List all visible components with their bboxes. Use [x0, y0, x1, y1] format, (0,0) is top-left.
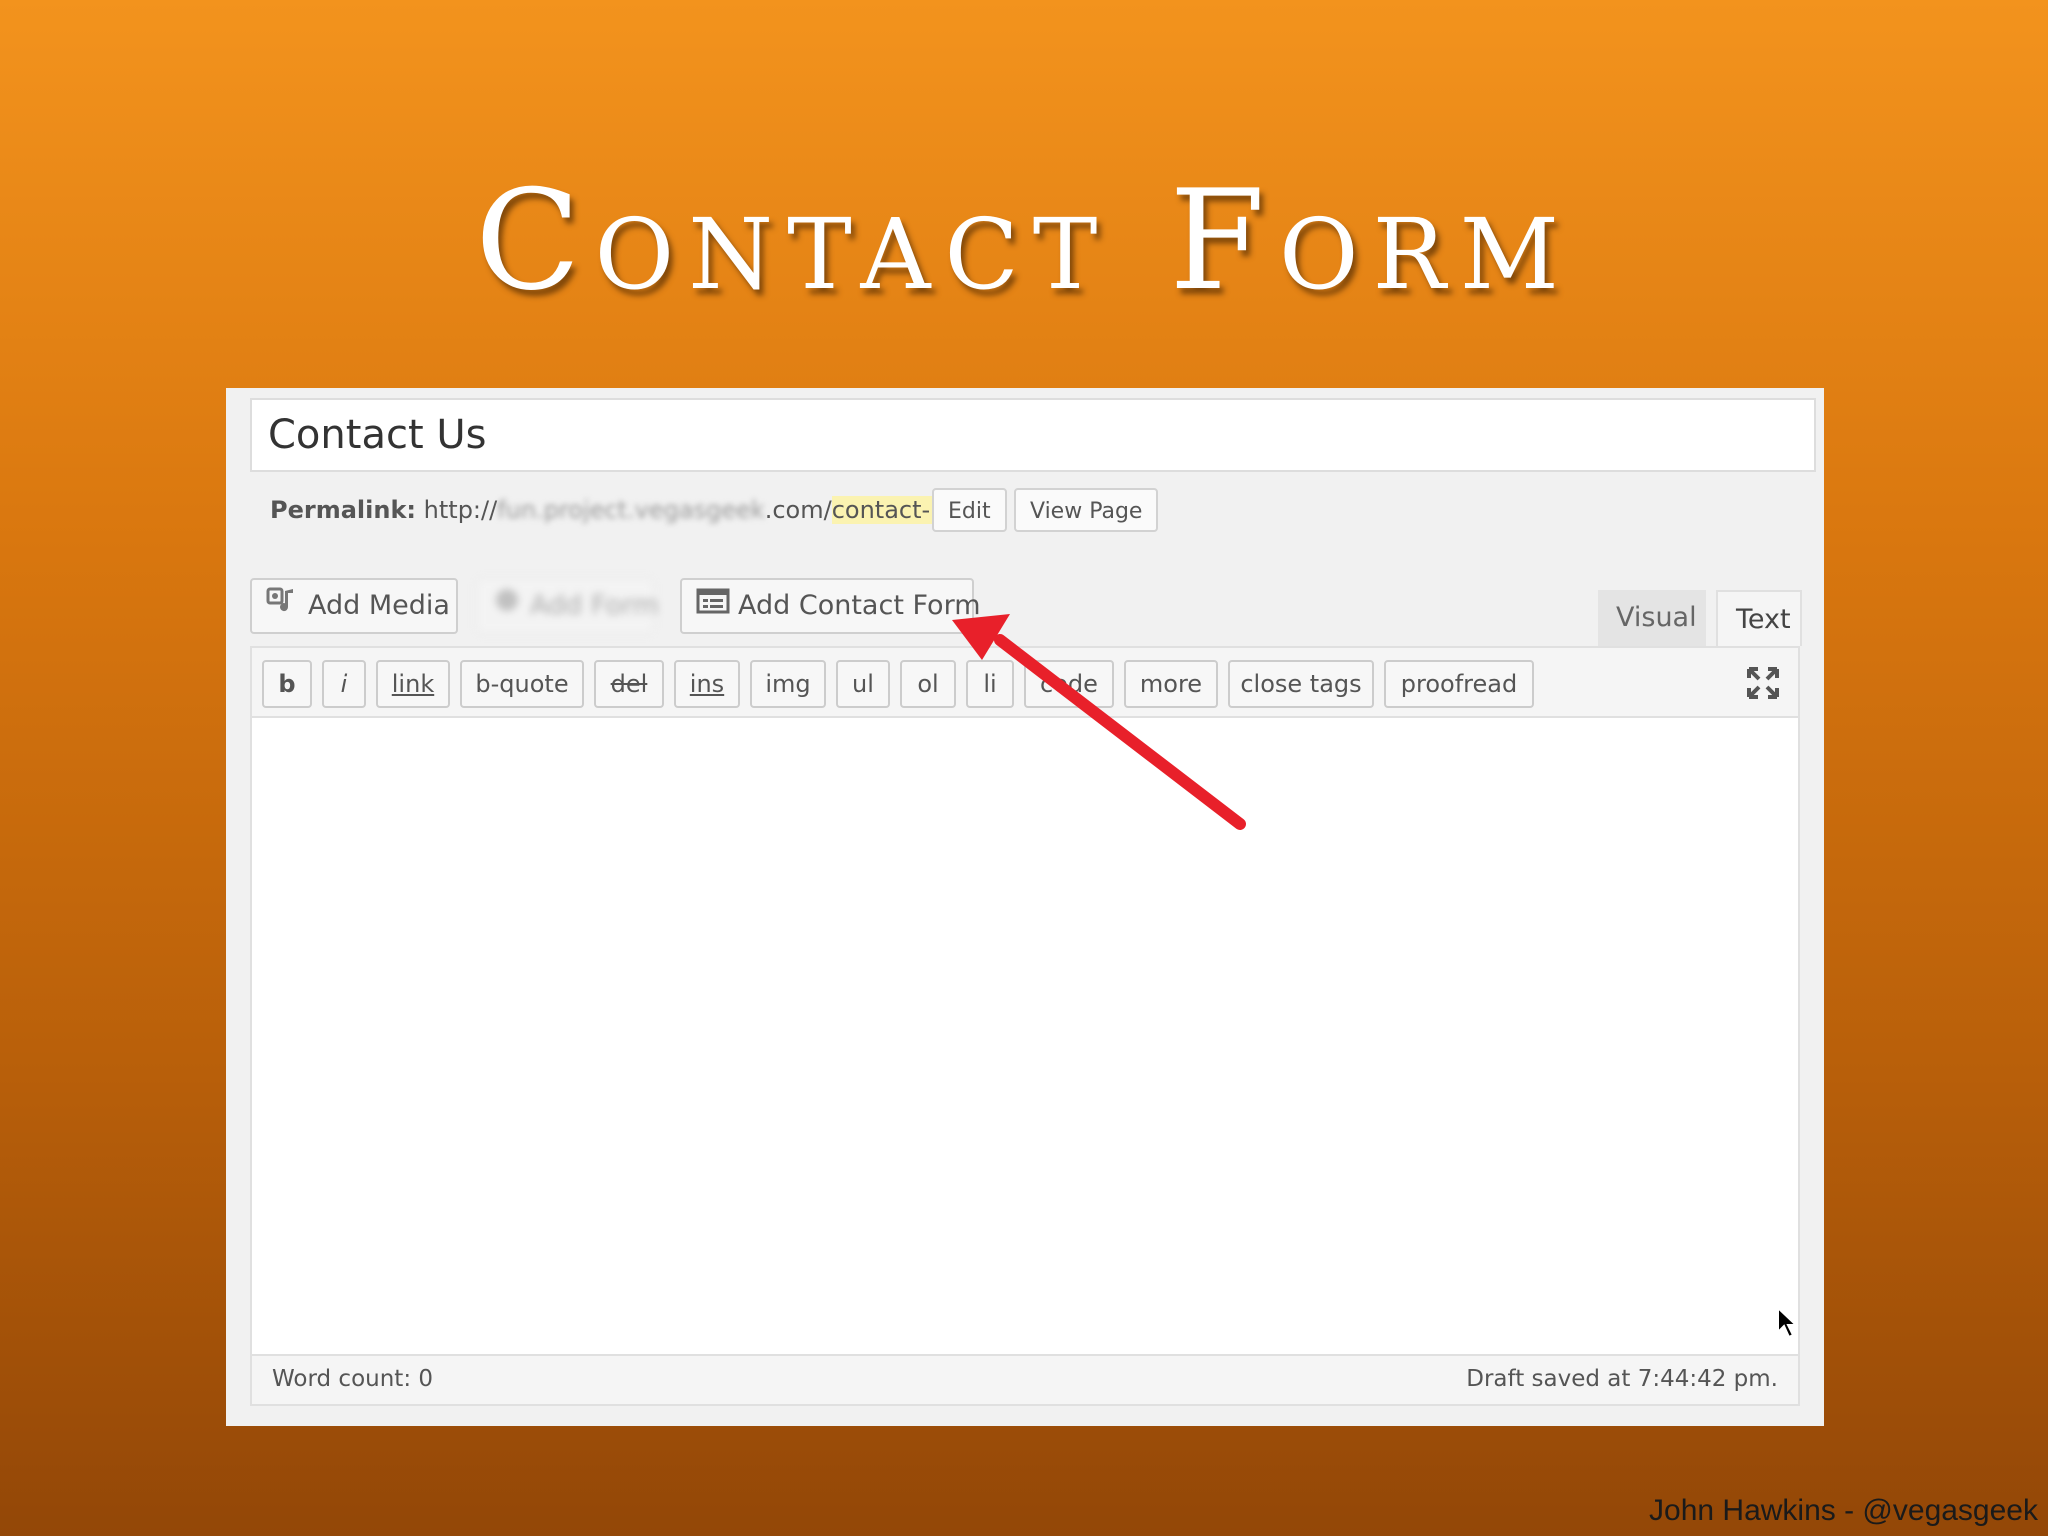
permalink-domain-suffix: .com/	[764, 496, 832, 524]
quicktag-b[interactable]: b	[262, 660, 312, 708]
permalink-prefix: http://	[423, 496, 498, 524]
content-textarea[interactable]	[250, 716, 1800, 1356]
quicktag-code[interactable]: code	[1024, 660, 1114, 708]
blurred-media-button[interactable]: Add Form	[476, 578, 659, 634]
media-icon	[266, 581, 300, 633]
quicktag-more[interactable]: more	[1124, 660, 1218, 708]
word-count: Word count: 0	[272, 1366, 434, 1392]
tab-text[interactable]: Text	[1716, 590, 1802, 646]
quicktag-del[interactable]: del	[594, 660, 664, 708]
quicktag-li[interactable]: li	[966, 660, 1014, 708]
add-contact-form-label: Add Contact Form	[738, 590, 981, 621]
quicktags-toolbar: b i link b-quote del ins img ul ol li co…	[250, 646, 1800, 716]
quicktag-i[interactable]: i	[322, 660, 366, 708]
form-icon	[696, 581, 730, 633]
draft-saved-status: Draft saved at 7:44:42 pm.	[1466, 1366, 1778, 1392]
mouse-cursor-icon	[1776, 1305, 1800, 1340]
view-page-button[interactable]: View Page	[1014, 488, 1159, 532]
blurred-button-label: Add Form	[530, 590, 659, 621]
quicktag-proofread[interactable]: proofread	[1384, 660, 1534, 708]
post-title-input[interactable]: Contact Us	[250, 398, 1816, 472]
add-media-label: Add Media	[308, 590, 450, 621]
permalink-row: Permalink: http://fun.project.vegasgeek.…	[270, 490, 966, 530]
fullscreen-icon[interactable]	[1746, 666, 1780, 700]
quicktag-close-tags[interactable]: close tags	[1228, 660, 1374, 708]
wp-editor-panel: Contact Us Permalink: http://fun.project…	[226, 388, 1824, 1426]
quicktag-link[interactable]: link	[376, 660, 450, 708]
tab-visual[interactable]: Visual	[1598, 590, 1706, 646]
quicktag-ol[interactable]: ol	[900, 660, 956, 708]
add-contact-form-button[interactable]: Add Contact Form	[680, 578, 981, 634]
permalink-edit-button[interactable]: Edit	[932, 488, 1007, 532]
permalink-blurred-domain: fun.project.vegasgeek	[497, 496, 765, 524]
quicktag-ins[interactable]: ins	[674, 660, 740, 708]
slide-title: Contact Form	[475, 160, 1573, 321]
quicktag-ul[interactable]: ul	[836, 660, 890, 708]
quicktag-b-quote[interactable]: b-quote	[460, 660, 584, 708]
gear-icon	[492, 581, 522, 633]
quicktag-img[interactable]: img	[750, 660, 826, 708]
author-credit: John Hawkins - @vegasgeek	[1649, 1494, 2038, 1527]
permalink-label: Permalink:	[270, 496, 417, 524]
add-media-button[interactable]: Add Media	[250, 578, 458, 634]
status-bar: Word count: 0 Draft saved at 7:44:42 pm.	[250, 1356, 1800, 1406]
